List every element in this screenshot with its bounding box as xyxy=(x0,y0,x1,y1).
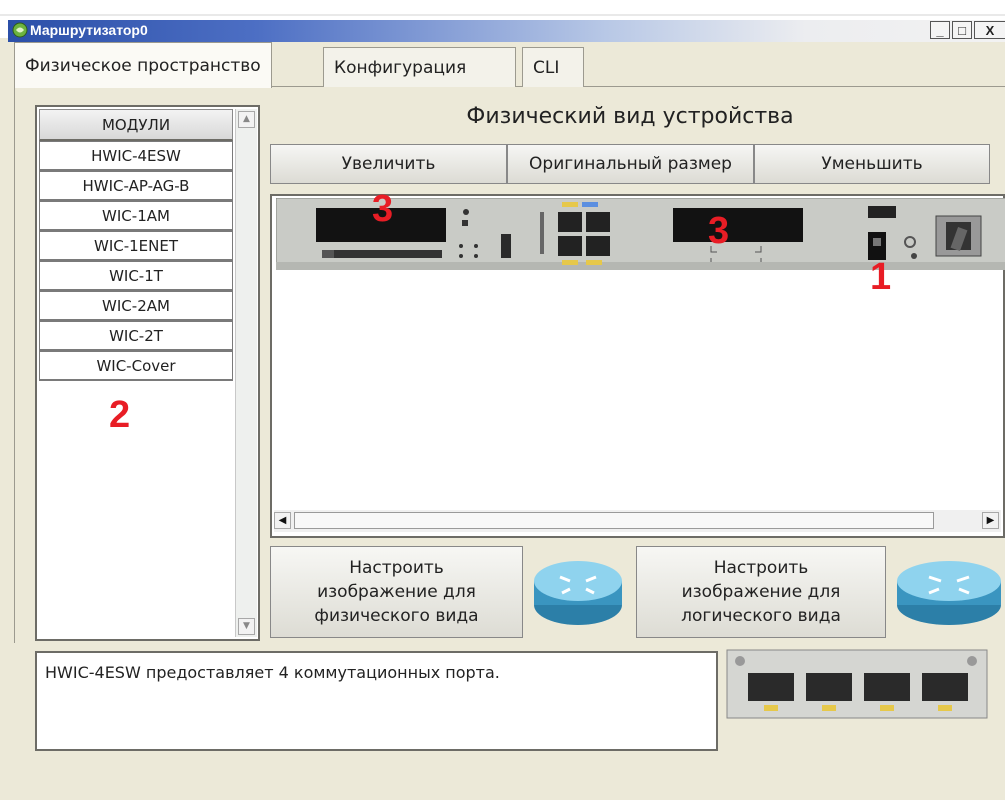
ethernet-port-icon[interactable] xyxy=(586,236,610,256)
physical-view-title: Физический вид устройства xyxy=(466,104,794,129)
modules-header: МОДУЛИ xyxy=(39,109,233,141)
annotation-slot-number-right: 3 xyxy=(708,210,730,252)
module-description: HWIC-4ESW предоставляет 4 коммутационных… xyxy=(35,651,718,751)
device-viewer[interactable]: 3 3 1 ◀ ▶ xyxy=(270,188,1005,538)
module-item-wic-2am[interactable]: WIC-2AM xyxy=(39,291,233,321)
module-item-hwic-ap-ag-b[interactable]: HWIC-AP-AG-B xyxy=(39,171,233,201)
module-slot-2[interactable] xyxy=(673,208,803,242)
ethernet-port-icon[interactable] xyxy=(558,236,582,256)
ethernet-port-icon[interactable] xyxy=(558,212,582,232)
window-title: Маршрутизатор0 xyxy=(30,22,148,38)
router-icon xyxy=(534,561,622,625)
module-item-wic-cover[interactable]: WIC-Cover xyxy=(39,351,233,381)
customize-physical-view-button[interactable]: Настроить изображение для физического ви… xyxy=(270,546,523,638)
module-item-wic-1t[interactable]: WIC-1T xyxy=(39,261,233,291)
viewer-horizontal-scrollbar[interactable]: ◀ ▶ xyxy=(274,510,1001,532)
scroll-down-arrow-icon[interactable]: ▼ xyxy=(238,618,255,635)
minimize-button[interactable]: _ xyxy=(930,21,950,39)
close-button[interactable]: X xyxy=(974,21,1005,39)
scroll-left-arrow-icon[interactable]: ◀ xyxy=(274,512,291,529)
annotation-modules-number: 2 xyxy=(109,394,131,436)
customize-logical-view-button[interactable]: Настроить изображение для логического ви… xyxy=(636,546,886,638)
zoom-out-button[interactable]: Уменьшить xyxy=(754,144,990,184)
modules-list[interactable]: МОДУЛИ HWIC-4ESW HWIC-AP-AG-B WIC-1AM WI… xyxy=(35,105,260,641)
scroll-up-arrow-icon[interactable]: ▲ xyxy=(238,111,255,128)
app-icon xyxy=(12,22,28,38)
scroll-right-arrow-icon[interactable]: ▶ xyxy=(982,512,999,529)
ethernet-port-icon[interactable] xyxy=(586,212,610,232)
maximize-button[interactable]: □ xyxy=(952,21,972,39)
module-item-wic-2t[interactable]: WIC-2T xyxy=(39,321,233,351)
module-item-wic-1enet[interactable]: WIC-1ENET xyxy=(39,231,233,261)
modules-scrollbar[interactable]: ▲ ▼ xyxy=(235,109,257,637)
module-preview-image xyxy=(726,649,988,719)
annotation-power-number: 1 xyxy=(870,256,892,298)
original-size-button[interactable]: Оригинальный размер xyxy=(507,144,754,184)
scroll-thumb[interactable] xyxy=(294,512,934,529)
module-item-hwic-4esw[interactable]: HWIC-4ESW xyxy=(39,141,233,171)
tab-physical-space[interactable]: Физическое пространство xyxy=(14,42,272,88)
router-icon xyxy=(897,561,1001,625)
module-item-wic-1am[interactable]: WIC-1AM xyxy=(39,201,233,231)
tab-cli[interactable]: CLI xyxy=(522,47,584,87)
annotation-slot-number-left: 3 xyxy=(372,188,394,230)
tab-configuration[interactable]: Конфигурация xyxy=(323,47,516,87)
zoom-in-button[interactable]: Увеличить xyxy=(270,144,507,184)
title-bar xyxy=(8,20,1005,42)
